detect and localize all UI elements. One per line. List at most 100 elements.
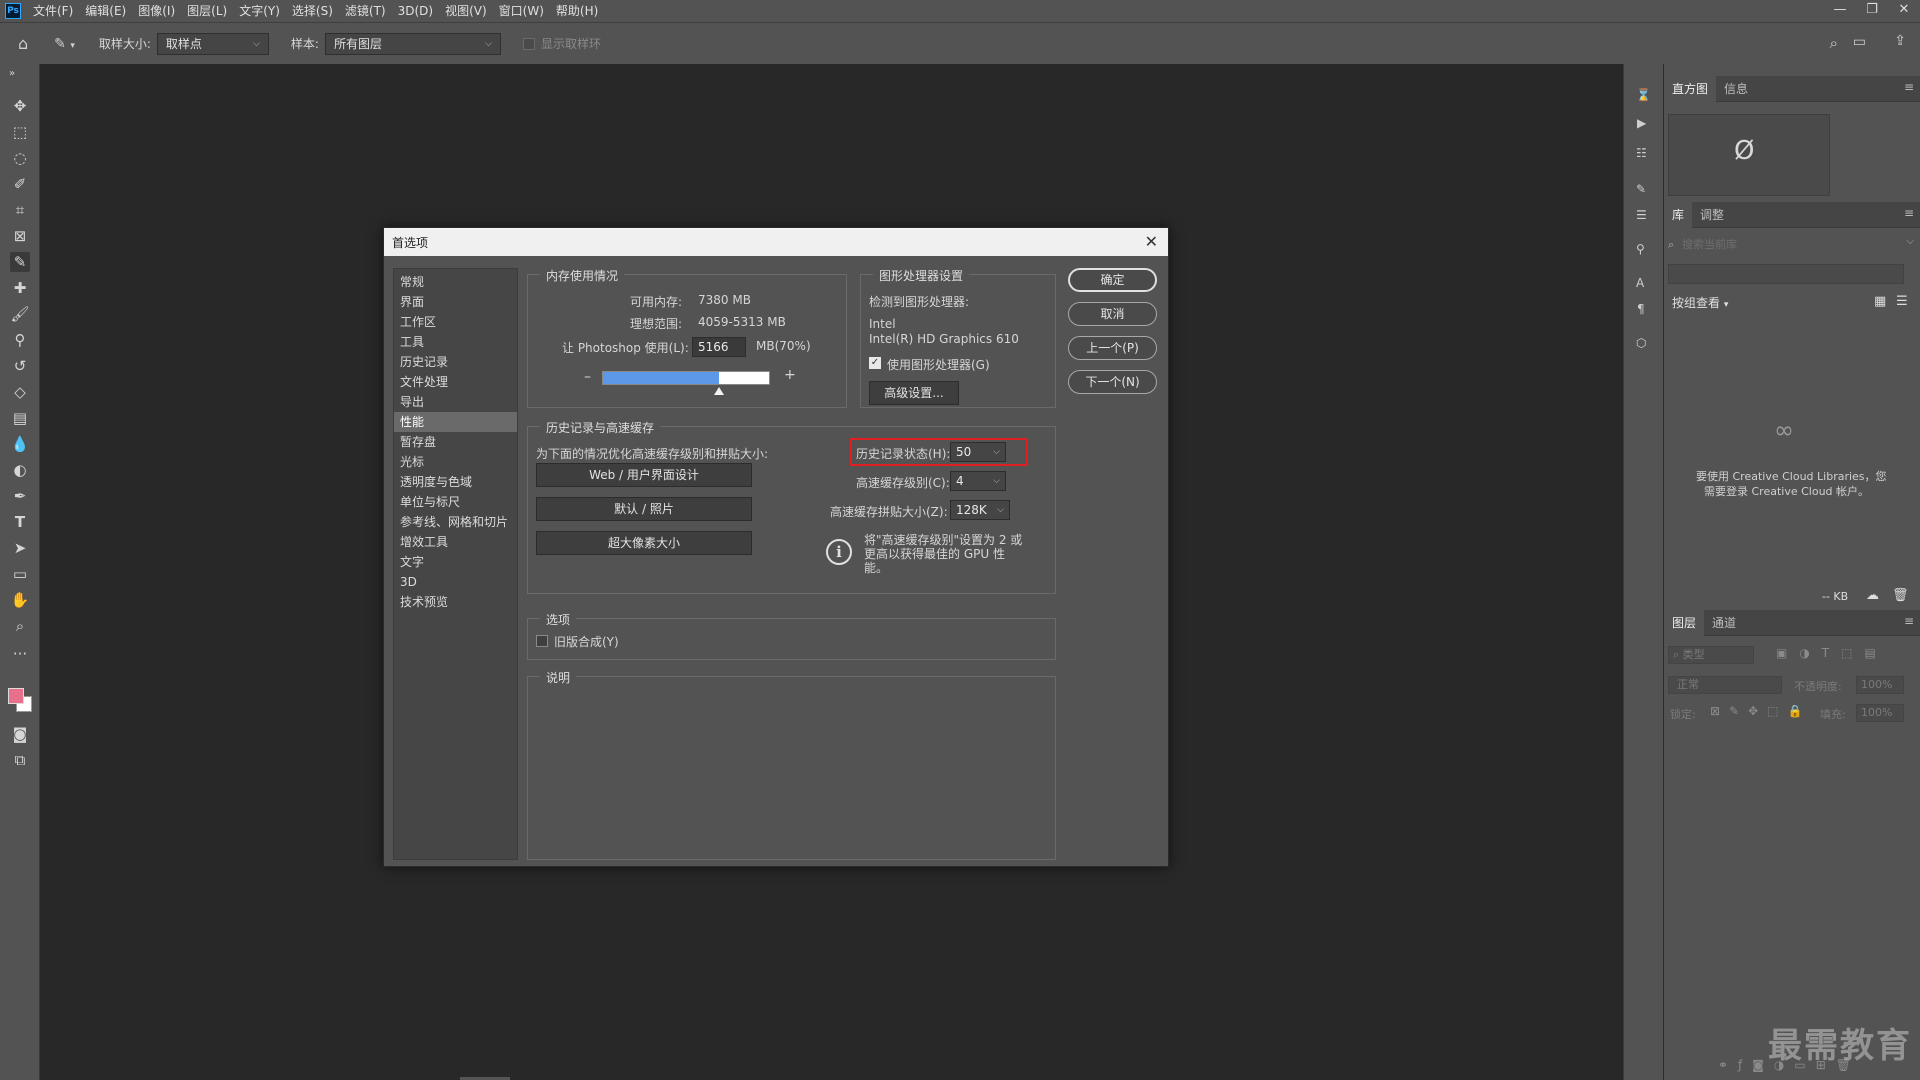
chevron-down-icon[interactable]: ⌵ [1906,236,1914,247]
memory-amount-input[interactable]: 5166 [692,337,746,357]
use-gpu-checkbox[interactable]: ✓ [869,357,881,369]
category-3d[interactable]: 3D [394,572,517,592]
show-sampling-ring-checkbox[interactable] [522,37,535,50]
category-workspace[interactable]: 工作区 [394,312,517,332]
menu-help[interactable]: 帮助(H) [550,0,604,22]
category-history[interactable]: 历史记录 [394,352,517,372]
preset-web-ui-button[interactable]: Web / 用户界面设计 [536,463,752,487]
panel-menu-icon[interactable]: ≡ [1904,206,1914,220]
increase-memory-button[interactable]: + [784,367,796,383]
home-icon[interactable]: ⌂ [18,34,28,53]
next-button[interactable]: 下一个(N) [1068,370,1157,394]
brush-tool-icon[interactable]: 🖌 [10,304,30,324]
type-tool-icon[interactable]: T [10,512,30,532]
category-type[interactable]: 文字 [394,552,517,572]
ok-button[interactable]: 确定 [1068,268,1157,292]
fill-field[interactable]: 100% [1856,704,1904,722]
blend-mode-select[interactable]: 正常 [1668,676,1782,694]
category-tools[interactable]: 工具 [394,332,517,352]
decrease-memory-button[interactable]: – [584,369,591,385]
category-tech-previews[interactable]: 技术预览 [394,592,517,612]
menu-3d[interactable]: 3D(D) [392,0,439,22]
quick-mask-icon[interactable]: ◙ [10,724,30,744]
category-units-rulers[interactable]: 单位与标尺 [394,492,517,512]
3d-panel-icon[interactable]: ⬡ [1636,336,1646,350]
restore-button[interactable]: ❐ [1856,0,1888,22]
category-interface[interactable]: 界面 [394,292,517,312]
eyedropper-tool-icon[interactable]: ✎ [10,252,30,272]
workspace-icon[interactable]: ▭ [1853,34,1866,50]
character-panel-icon[interactable]: A [1636,276,1644,290]
category-guides-grid[interactable]: 参考线、网格和切片 [394,512,517,532]
foreground-color-swatch[interactable] [8,688,24,704]
path-selection-tool-icon[interactable]: ➤ [10,538,30,558]
frame-tool-icon[interactable]: ⊠ [10,226,30,246]
category-file-handling[interactable]: 文件处理 [394,372,517,392]
share-icon[interactable]: ⇪ [1894,33,1906,49]
tab-channels[interactable]: 通道 [1704,610,1744,636]
menu-image[interactable]: 图像(I) [132,0,181,22]
search-icon[interactable]: ⌕ [1830,34,1838,52]
category-plugins[interactable]: 增效工具 [394,532,517,552]
preset-huge-pixel-button[interactable]: 超大像素大小 [536,531,752,555]
hand-tool-icon[interactable]: ✋ [10,590,30,610]
eraser-tool-icon[interactable]: ◇ [10,382,30,402]
gradient-tool-icon[interactable]: ▤ [10,408,30,428]
category-transparency[interactable]: 透明度与色域 [394,472,517,492]
menu-view[interactable]: 视图(V) [439,0,493,22]
quick-selection-tool-icon[interactable]: ✐ [10,174,30,194]
cache-tile-size-dropdown[interactable]: 128K ⌵ [950,500,1010,520]
close-icon[interactable]: ✕ [1145,232,1158,251]
menu-window[interactable]: 窗口(W) [493,0,550,22]
menu-file[interactable]: 文件(F) [27,0,79,22]
history-panel-icon[interactable]: ⌛ [1636,88,1651,102]
list-view-icon[interactable]: ☰ [1896,294,1908,309]
memory-slider-thumb[interactable] [714,387,725,395]
menu-edit[interactable]: 编辑(E) [79,0,132,22]
close-window-button[interactable]: ✕ [1888,0,1920,22]
screen-mode-icon[interactable]: ⧉ [10,750,30,770]
brush-settings-icon[interactable]: ✎ [1636,182,1646,196]
minimize-button[interactable]: — [1824,0,1856,22]
history-brush-tool-icon[interactable]: ↺ [10,356,30,376]
menu-select[interactable]: 选择(S) [286,0,339,22]
properties-panel-icon[interactable]: ☷ [1636,146,1647,160]
move-tool-icon[interactable]: ✥ [10,96,30,116]
tab-info[interactable]: 信息 [1716,76,1756,102]
preset-default-photos-button[interactable]: 默认 / 照片 [536,497,752,521]
menu-layer[interactable]: 图层(L) [181,0,233,22]
marquee-tool-icon[interactable]: ⬚ [10,122,30,142]
rectangle-tool-icon[interactable]: ▭ [10,564,30,584]
library-search-input[interactable]: 搜索当前库 [1682,238,1737,251]
pen-tool-icon[interactable]: ✒ [10,486,30,506]
library-select[interactable] [1668,264,1904,284]
cache-levels-dropdown[interactable]: 4 ⌵ [950,471,1006,491]
sample-size-select[interactable]: 取样点 ⌵ [156,32,269,55]
panel-menu-icon[interactable]: ≡ [1904,614,1914,628]
tab-layers[interactable]: 图层 [1664,609,1705,636]
category-export[interactable]: 导出 [394,392,517,412]
panel-menu-icon[interactable]: ≡ [1904,80,1914,94]
blur-tool-icon[interactable]: 💧 [10,434,30,454]
cancel-button[interactable]: 取消 [1068,302,1157,326]
crop-tool-icon[interactable]: ⌗ [10,200,30,220]
view-by-group-dropdown[interactable]: 按组查看 ▾ [1672,294,1728,311]
collapse-toolbar-icon[interactable]: » [2,64,22,84]
clone-stamp-tool-icon[interactable]: ⚲ [10,330,30,350]
advanced-settings-button[interactable]: 高级设置... [869,381,959,405]
lasso-tool-icon[interactable]: ◌ [10,148,30,168]
previous-button[interactable]: 上一个(P) [1068,336,1157,360]
sample-select[interactable]: 所有图层 ⌵ [324,32,501,55]
paragraph-panel-icon[interactable]: ¶ [1637,302,1645,316]
more-tools-icon[interactable]: ··· [10,644,30,664]
actions-panel-icon[interactable]: ▶ [1637,116,1646,130]
category-cursors[interactable]: 光标 [394,452,517,472]
opacity-field[interactable]: 100% [1856,676,1904,694]
layer-filter-select[interactable]: ⌕ 类型 [1668,646,1754,664]
legacy-compositing-checkbox[interactable] [536,635,548,647]
zoom-tool-icon[interactable]: ⌕ [10,616,30,636]
cloud-sync-icon[interactable]: ☁ [1866,588,1879,603]
category-scratch-disks[interactable]: 暂存盘 [394,432,517,452]
eyedropper-preset-icon[interactable]: ✎ ▾ [54,36,75,52]
tab-libraries[interactable]: 库 [1664,201,1693,228]
